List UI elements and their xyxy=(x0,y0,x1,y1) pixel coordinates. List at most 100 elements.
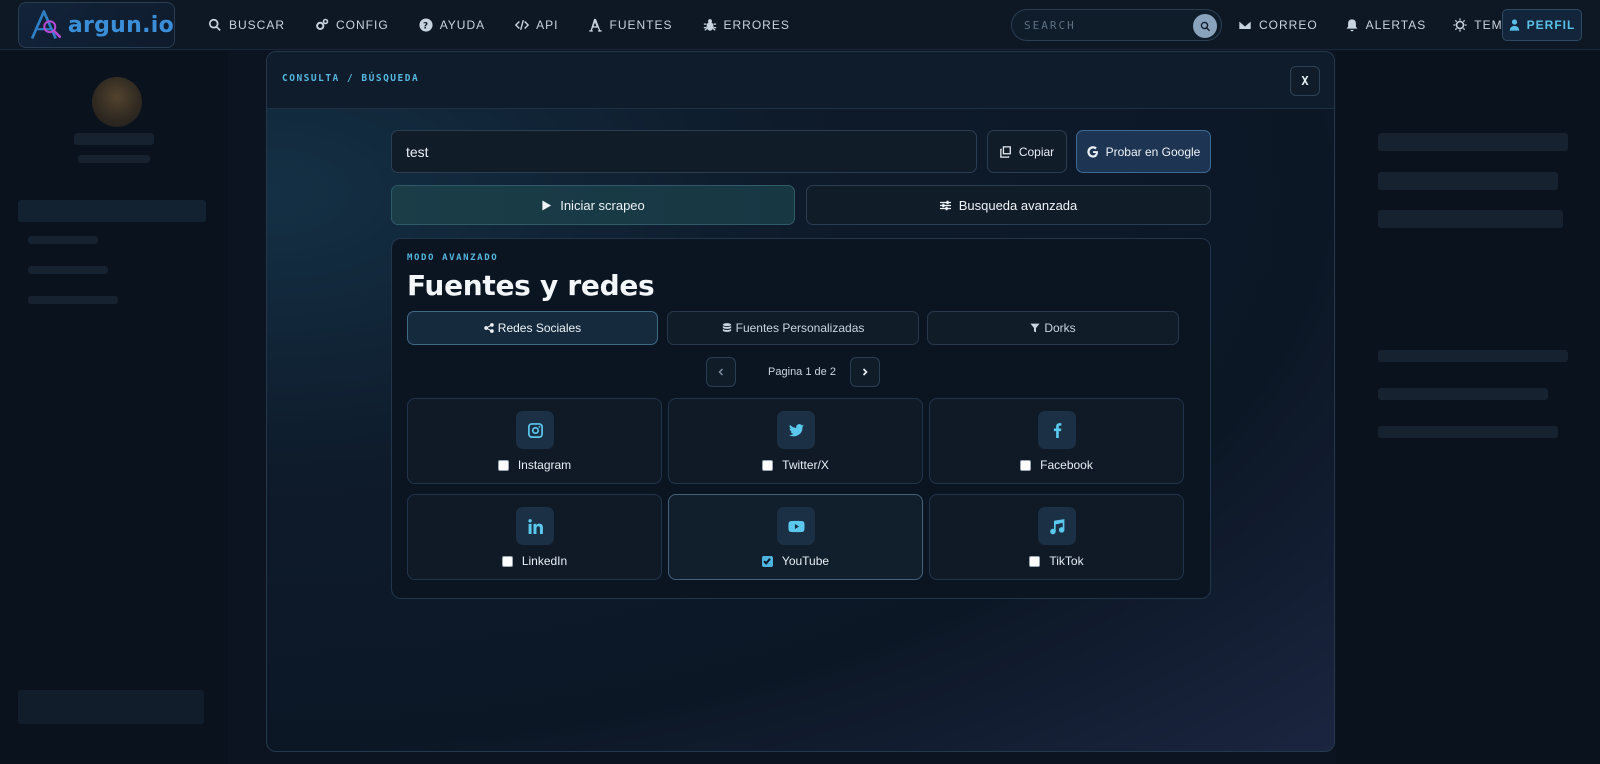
tab-redes-sociales[interactable]: Redes Sociales xyxy=(407,311,658,345)
gears-icon xyxy=(316,18,329,30)
ghost-block xyxy=(78,155,150,163)
google-button[interactable]: Probar en Google xyxy=(1076,130,1211,173)
database-icon xyxy=(722,323,731,332)
nav-errores[interactable]: ERRORES xyxy=(703,18,790,32)
tab-fuentes-personalizadas[interactable]: Fuentes Personalizadas xyxy=(667,311,919,345)
ghost-block xyxy=(28,236,98,244)
panel-title: Fuentes y redes xyxy=(407,269,655,302)
checkbox-twitter[interactable] xyxy=(762,459,774,471)
breadcrumb: CONSULTA / BÚSQUEDA xyxy=(282,73,420,84)
profile-label: PERFIL xyxy=(1526,18,1576,32)
search-icon xyxy=(209,18,221,32)
pagination: Pagina 1 de 2 xyxy=(392,357,1212,387)
global-search xyxy=(1011,9,1222,41)
nav-api-label: API xyxy=(536,18,559,32)
avatar xyxy=(92,77,142,127)
nav-api[interactable]: API xyxy=(515,18,558,32)
nav-correo[interactable]: CORREO xyxy=(1238,18,1318,32)
svg-text:?: ? xyxy=(423,22,429,32)
nav-ayuda-label: AYUDA xyxy=(439,18,486,32)
ghost-block xyxy=(1378,350,1568,362)
copy-label: Copiar xyxy=(1018,144,1055,159)
checkbox-linkedin[interactable] xyxy=(501,555,513,567)
ghost-block xyxy=(1378,133,1568,151)
nav-config-label: CONFIG xyxy=(336,18,389,32)
next-page-button[interactable] xyxy=(850,357,880,387)
page-indicator: Pagina 1 de 2 xyxy=(768,366,836,378)
search-input[interactable] xyxy=(1024,18,1184,32)
envelope-icon xyxy=(1238,20,1252,30)
copy-button[interactable]: Copiar xyxy=(987,130,1067,173)
nav-alertas[interactable]: ALERTAS xyxy=(1345,18,1427,32)
chevron-left-icon xyxy=(718,368,724,376)
checkbox-tiktok[interactable] xyxy=(1029,555,1041,567)
nav-config[interactable]: CONFIG xyxy=(315,18,389,32)
code-icon xyxy=(515,20,530,30)
ghost-block xyxy=(28,266,108,274)
tab-label: Redes Sociales xyxy=(497,321,582,335)
filter-icon xyxy=(1030,323,1040,333)
google-icon xyxy=(1086,145,1098,158)
nav-ayuda[interactable]: ? AYUDA xyxy=(419,18,485,32)
source-label: LinkedIn xyxy=(521,554,568,568)
app-logo[interactable]: argun.io xyxy=(18,2,175,48)
instagram-icon xyxy=(516,411,554,449)
nav-alertas-label: ALERTAS xyxy=(1365,18,1427,32)
nav-buscar[interactable]: BUSCAR xyxy=(208,18,285,32)
sources-panel: MODO AVANZADO Fuentes y redes Redes Soci… xyxy=(391,238,1211,599)
profile-button[interactable]: PERFIL xyxy=(1502,9,1582,41)
checkbox-instagram[interactable] xyxy=(497,459,509,471)
checkbox-facebook[interactable] xyxy=(1020,459,1032,471)
mode-label: MODO AVANZADO xyxy=(407,253,499,263)
search-modal: CONSULTA / BÚSQUEDA X test Copiar Probar… xyxy=(266,51,1335,752)
help-icon: ? xyxy=(419,18,433,32)
facebook-icon xyxy=(1038,411,1076,449)
search-icon xyxy=(1200,21,1210,31)
ghost-block xyxy=(74,133,154,145)
check-icon xyxy=(763,558,772,565)
query-input[interactable]: test xyxy=(391,130,977,173)
nav-errores-label: ERRORES xyxy=(723,18,790,32)
sun-icon xyxy=(1453,18,1467,32)
source-card-twitter[interactable]: Twitter/X xyxy=(668,398,923,484)
source-label: Facebook xyxy=(1040,458,1093,472)
nav-correo-label: CORREO xyxy=(1259,18,1318,32)
bug-icon xyxy=(703,19,716,31)
share-icon xyxy=(484,323,494,333)
google-label: Probar en Google xyxy=(1105,144,1201,159)
tab-dorks[interactable]: Dorks xyxy=(927,311,1179,345)
music-icon xyxy=(1038,507,1076,545)
source-card-tiktok[interactable]: TikTok xyxy=(929,494,1184,580)
source-label: YouTube xyxy=(781,554,830,568)
logo-icon xyxy=(30,10,62,40)
close-button[interactable]: X xyxy=(1290,66,1320,96)
nav-fuentes[interactable]: FUENTES xyxy=(588,18,672,32)
nav-buscar-label: BUSCAR xyxy=(229,18,286,32)
source-label: TikTok xyxy=(1049,554,1084,568)
ghost-block xyxy=(18,690,204,724)
source-card-instagram[interactable]: Instagram xyxy=(407,398,662,484)
copy-icon xyxy=(1000,145,1011,158)
font-icon xyxy=(589,18,603,32)
source-card-linkedin[interactable]: LinkedIn xyxy=(407,494,662,580)
twitter-icon xyxy=(777,411,815,449)
search-submit-button[interactable] xyxy=(1193,14,1217,38)
source-card-facebook[interactable]: Facebook xyxy=(929,398,1184,484)
chevron-right-icon xyxy=(862,368,868,376)
ghost-block xyxy=(1378,172,1558,190)
start-scrape-button[interactable]: Iniciar scrapeo xyxy=(391,185,795,225)
checkbox-youtube[interactable] xyxy=(761,555,773,567)
tab-label: Dorks xyxy=(1044,321,1076,335)
right-nav: CORREO ALERTAS TEMA xyxy=(1238,0,1539,50)
advanced-search-button[interactable]: Busqueda avanzada xyxy=(806,185,1211,225)
main-nav: BUSCAR CONFIG ? AYUDA API FUENTES ERRORE… xyxy=(208,0,820,50)
top-navbar: argun.io BUSCAR CONFIG ? AYUDA API FUENT… xyxy=(0,0,1600,50)
start-scrape-label: Iniciar scrapeo xyxy=(560,197,645,213)
bell-icon xyxy=(1346,19,1358,32)
nav-fuentes-label: FUENTES xyxy=(609,18,673,32)
source-card-youtube[interactable]: YouTube xyxy=(668,494,923,580)
ghost-block xyxy=(28,296,118,304)
prev-page-button[interactable] xyxy=(706,357,736,387)
youtube-icon xyxy=(777,507,815,545)
background-right-panel xyxy=(1336,51,1600,764)
